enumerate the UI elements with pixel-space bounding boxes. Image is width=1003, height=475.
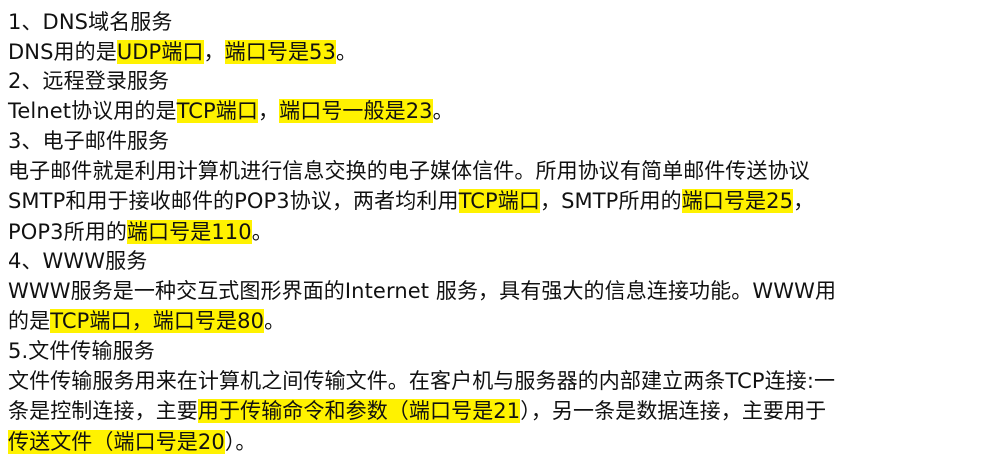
paragraph-line: SMTP和用于接收邮件的POP3协议，两者均利用TCP端口，SMTP所用的端口号… [8, 186, 1003, 216]
text-segment: WWW服务是一种交互式图形界面的Internet 服务，具有强大的信息连接功能。… [8, 278, 837, 303]
text-segment: Telnet协议用的是 [8, 99, 177, 124]
paragraph-line: DNS用的是UDP端口，端口号是53。 [8, 37, 1003, 67]
heading-dns: 1、DNS域名服务 [8, 8, 1003, 37]
text-segment: 的是 [8, 309, 51, 334]
highlighted-text: 传送文件（端口号是20 [8, 429, 225, 454]
paragraph-line: Telnet协议用的是TCP端口，端口号一般是23。 [8, 96, 1003, 126]
heading-www: 4、WWW服务 [8, 247, 1003, 276]
highlighted-text: 端口号是53 [224, 40, 336, 64]
text-segment: ， [258, 99, 280, 124]
text-segment: POP3所用的 [8, 219, 127, 244]
paragraph-line: 文件传输服务用来在计算机之间传输文件。在客户机与服务器的内部建立两条TCP连接:… [8, 366, 1003, 396]
text-segment: 4、WWW服务 [8, 248, 148, 273]
text-segment: ）。 [224, 429, 257, 454]
text-segment: 。 [432, 99, 454, 124]
heading-file-transfer: 5.文件传输服务 [8, 337, 1003, 366]
highlighted-text: 端口号一般是23 [279, 99, 433, 124]
text-segment: 。 [264, 309, 286, 334]
document-body: 1、DNS域名服务 DNS用的是UDP端口，端口号是53。 2、远程登录服务 T… [0, 0, 1003, 457]
text-segment: ， [793, 189, 815, 214]
text-segment: 电子邮件就是利用计算机进行信息交换的电子媒体信件。所用协议有简单邮件传送协议 [8, 158, 810, 183]
text-segment: DNS用的是 [8, 40, 117, 64]
paragraph-line: WWW服务是一种交互式图形界面的Internet 服务，具有强大的信息连接功能。… [8, 276, 1003, 306]
paragraph-line: POP3所用的端口号是110。 [8, 217, 1003, 247]
highlighted-text: 用于传输命令和参数（端口号是21 [197, 399, 521, 424]
text-segment: 。 [335, 40, 358, 64]
text-segment: ），另一条是数据连接，主要用于 [520, 399, 827, 424]
text-segment: 3、电子邮件服务 [8, 128, 170, 153]
paragraph-line: 条是控制连接，主要用于传输命令和参数（端口号是21），另一条是数据连接，主要用于 [8, 396, 1003, 426]
text-segment: 5.文件传输服务 [8, 338, 155, 363]
paragraph-line: 的是TCP端口，端口号是80。 [8, 306, 1003, 336]
text-segment: 文件传输服务用来在计算机之间传输文件。在客户机与服务器的内部建立两条TCP连接:… [8, 368, 836, 393]
text-segment: 。 [251, 219, 273, 244]
text-segment: SMTP和用于接收邮件的POP3协议，两者均利用 [8, 189, 459, 214]
text-segment: 条是控制连接，主要 [8, 399, 198, 424]
paragraph-line: 传送文件（端口号是20）。 [8, 427, 1003, 457]
text-segment: ， [203, 40, 225, 64]
highlighted-text: 端口号是110 [126, 219, 252, 244]
highlighted-text: 端口号是25 [681, 189, 794, 214]
text-segment: ，SMTP所用的 [540, 189, 682, 214]
highlighted-text: TCP端口 [458, 189, 540, 214]
text-segment: 1、DNS域名服务 [8, 10, 173, 34]
text-segment: 2、远程登录服务 [8, 69, 170, 94]
highlighted-text: TCP端口 [176, 99, 259, 124]
paragraph-line: 电子邮件就是利用计算机进行信息交换的电子媒体信件。所用协议有简单邮件传送协议 [8, 156, 1003, 186]
heading-email: 3、电子邮件服务 [8, 127, 1003, 156]
heading-remote-login: 2、远程登录服务 [8, 67, 1003, 96]
highlighted-text: UDP端口 [116, 40, 204, 64]
highlighted-text: TCP端口，端口号是80 [50, 309, 265, 334]
